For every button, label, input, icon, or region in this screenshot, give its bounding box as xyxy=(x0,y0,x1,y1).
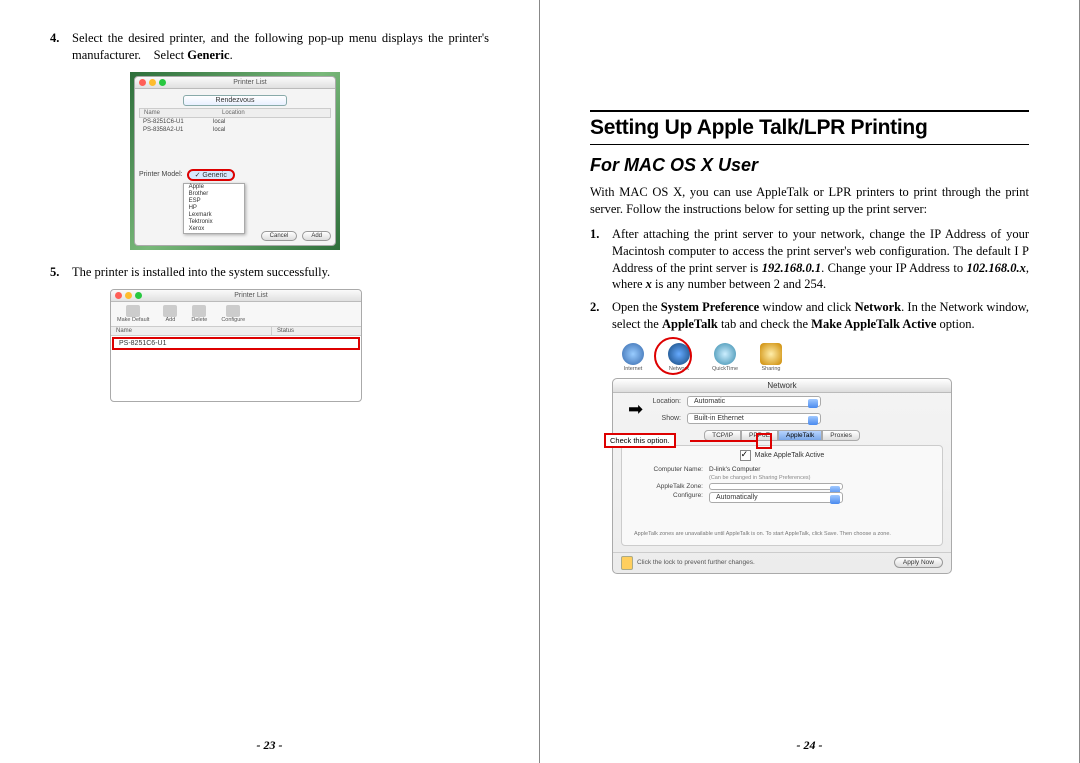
generic-option-highlight: ✓ Generic Apple Brother ESP HP Lexmark T… xyxy=(187,169,235,181)
printer-row: PS-8251C6-U1 local xyxy=(139,118,331,126)
appletalk-checkbox xyxy=(740,450,751,461)
tool-configure: Configure xyxy=(221,305,245,323)
window-title: Printer List xyxy=(145,292,357,299)
sharing-icon: Sharing xyxy=(754,343,788,372)
configure-label: Configure: xyxy=(628,492,703,503)
zoom-icon xyxy=(159,79,166,86)
figure-printer-list-dropdown: Printer List Rendezvous Name Location PS… xyxy=(130,72,340,250)
figure-printer-list-installed: Printer List Make Default Add Delete Con… xyxy=(110,289,362,402)
intro-paragraph: With MAC OS X, you can use AppleTalk or … xyxy=(590,184,1029,218)
service-dropdown: Rendezvous xyxy=(183,95,287,106)
tool-delete: Delete xyxy=(191,305,207,323)
arrow-icon: ➡ xyxy=(628,399,643,420)
step-5: 5. The printer is installed into the sys… xyxy=(50,264,489,281)
step-4: 4. Select the desired printer, and the f… xyxy=(50,30,489,64)
check-callout: Check this option. xyxy=(604,433,676,448)
zone-note: AppleTalk zones are unavailable until Ap… xyxy=(628,528,936,541)
tab-proxies: Proxies xyxy=(822,430,860,441)
step-2: 2. Open the System Preference window and… xyxy=(590,299,1029,333)
page-left: 4. Select the desired printer, and the f… xyxy=(0,0,540,763)
lock-icon xyxy=(621,556,633,570)
zone-select xyxy=(709,483,843,490)
close-icon xyxy=(139,79,146,86)
cancel-button: Cancel xyxy=(261,231,298,241)
step5-text: The printer is installed into the system… xyxy=(72,265,330,279)
quicktime-icon: QuickTime xyxy=(708,343,742,372)
tab-appletalk: AppleTalk xyxy=(778,430,822,441)
callout-line xyxy=(690,440,758,442)
checkbox-highlight xyxy=(756,433,772,449)
show-select: Built-in Ethernet xyxy=(687,413,821,424)
computer-name-value: D-link's Computer xyxy=(709,466,760,473)
steps-left: 4. Select the desired printer, and the f… xyxy=(50,30,489,64)
step4-text-a: Select the desired printer, and the foll… xyxy=(72,31,489,62)
computer-name-label: Computer Name: xyxy=(628,466,703,473)
rule-top xyxy=(590,110,1029,112)
panel-title: Network xyxy=(613,379,951,393)
model-label: Printer Model: xyxy=(139,171,183,178)
minimize-icon xyxy=(125,292,132,299)
model-dropdown: Apple Brother ESP HP Lexmark Tektronix X… xyxy=(183,183,245,234)
installed-printer-highlight: PS-8251C6-U1 xyxy=(112,337,360,350)
minimize-icon xyxy=(149,79,156,86)
close-icon xyxy=(115,292,122,299)
step-1: 1. After attaching the print server to y… xyxy=(590,226,1029,294)
add-button: Add xyxy=(302,231,331,241)
col-location: Location xyxy=(218,109,249,117)
window-title: Printer List xyxy=(169,79,331,86)
col-name: Name xyxy=(111,327,272,335)
section-heading: Setting Up Apple Talk/LPR Printing xyxy=(590,116,1029,140)
page-number: - 23 - xyxy=(0,738,539,753)
tool-make-default: Make Default xyxy=(117,305,149,323)
location-select: Automatic xyxy=(687,396,821,407)
syspref-toolbar: Internet Network QuickTime Sharing xyxy=(612,341,952,374)
zoom-icon xyxy=(135,292,142,299)
page-number: - 24 - xyxy=(540,738,1079,753)
step-num: 1. xyxy=(590,226,599,243)
figure-network-prefs: ➡ Check this option. Internet Network Qu… xyxy=(612,341,952,574)
window-titlebar: Printer List xyxy=(135,77,335,89)
tool-add: Add xyxy=(163,305,177,323)
step-num: 4. xyxy=(50,30,59,47)
internet-icon: Internet xyxy=(616,343,650,372)
window-titlebar: Printer List xyxy=(111,290,361,302)
apply-now-button: Apply Now xyxy=(894,557,943,568)
appletalk-checkbox-label: Make AppleTalk Active xyxy=(755,452,825,459)
subsection-heading: For MAC OS X User xyxy=(590,155,1029,176)
printer-row: PS-8358A2-U1 local xyxy=(139,126,331,134)
step-num: 5. xyxy=(50,264,59,281)
zone-label: AppleTalk Zone: xyxy=(628,483,703,490)
step-num: 2. xyxy=(590,299,599,316)
col-name: Name xyxy=(140,109,218,117)
col-status: Status xyxy=(272,327,299,335)
page-right: Setting Up Apple Talk/LPR Printing For M… xyxy=(540,0,1080,763)
configure-select: Automatically xyxy=(709,492,843,503)
network-icon: Network xyxy=(662,343,696,372)
step4-text-b: Select xyxy=(154,48,185,62)
rule-bottom xyxy=(590,144,1029,145)
lock-row: Click the lock to prevent further change… xyxy=(621,556,755,570)
step4-bold: Generic xyxy=(187,48,229,62)
